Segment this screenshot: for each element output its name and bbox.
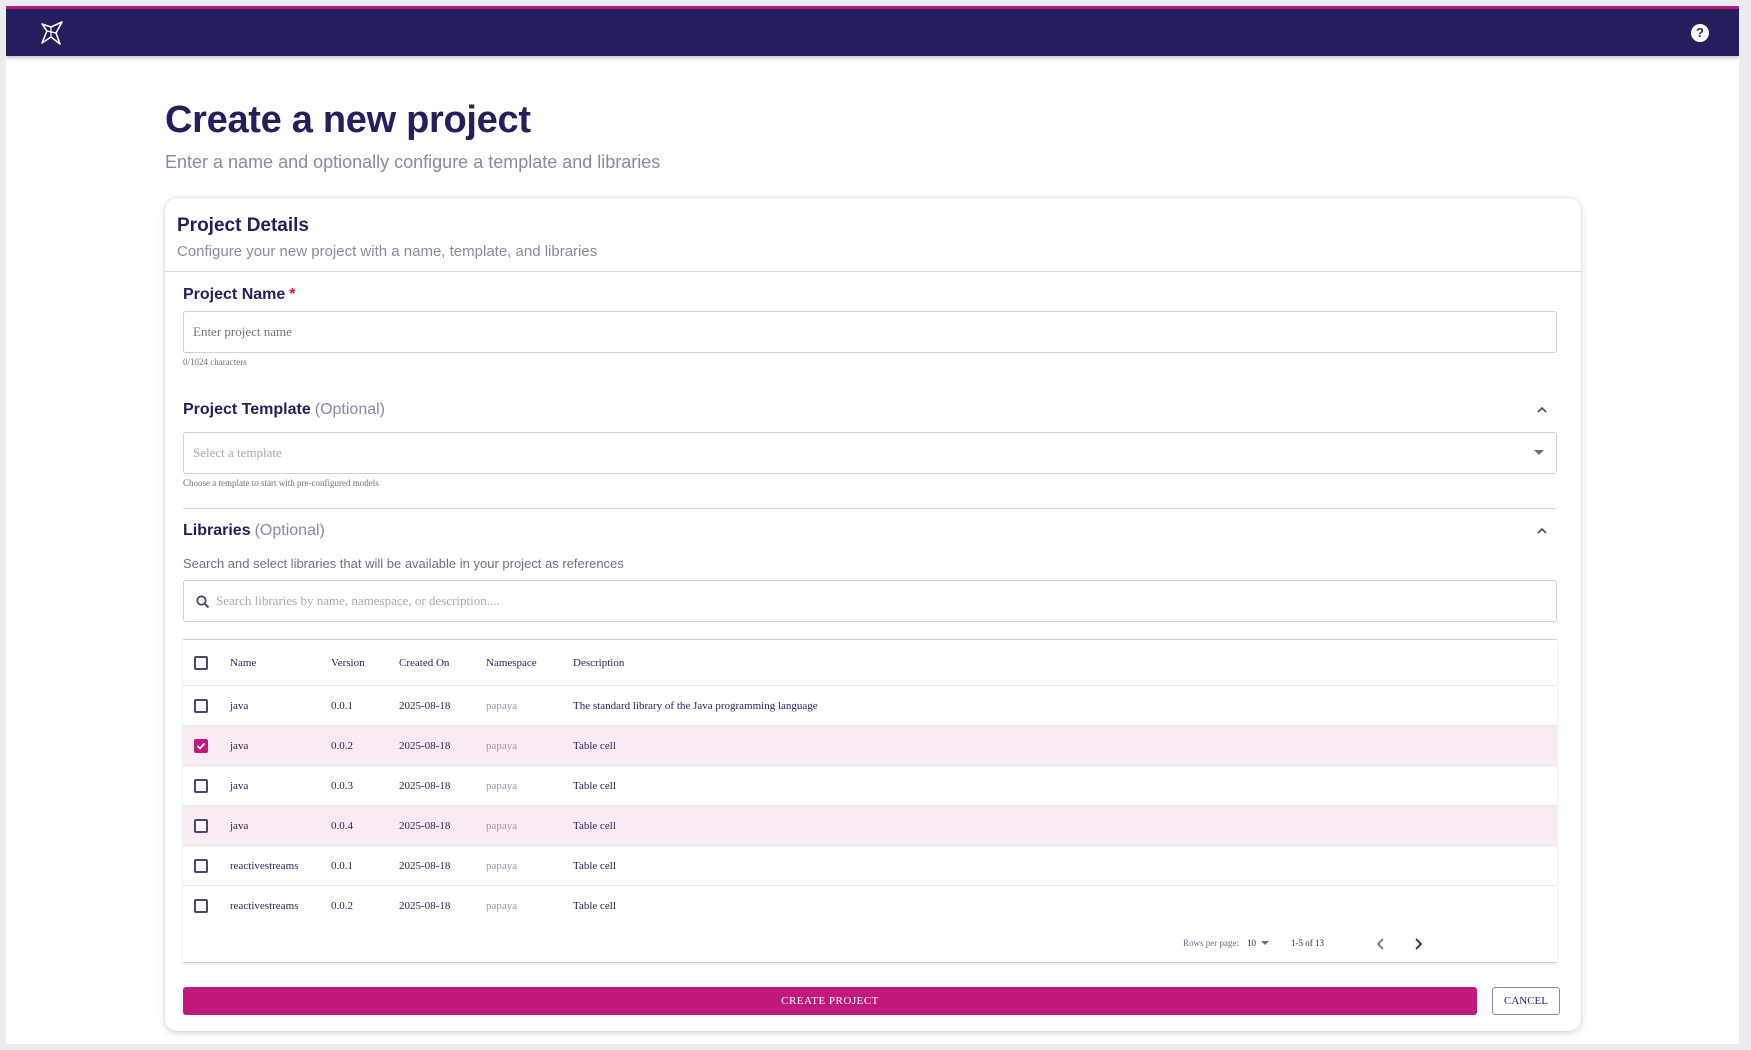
cell-version: 0.0.2 [331,900,353,912]
cell-namespace: papaya [486,820,518,832]
rows-per-page-select[interactable]: 10 [1247,938,1256,948]
column-header-version[interactable]: Version [331,640,365,686]
cell-created-on: 2025-08-18 [399,820,451,832]
library-search-field[interactable]: Search libraries by name, namespace, or … [183,580,1557,622]
table-row[interactable]: java 0.0.3 2025-08-18 papaya Table cell [183,766,1557,806]
template-select-placeholder: Select a template [193,445,282,460]
table-header-row: Name Version Created On Namespace Descri… [183,640,1557,686]
select-all-checkbox[interactable] [194,656,208,670]
cell-name: java [230,780,249,792]
project-name-char-count: 0/1024 characters [183,357,247,367]
column-header-created-on[interactable]: Created On [399,640,449,686]
project-details-card: Project Details Configure your new proje… [165,198,1581,1031]
template-optional-label: (Optional) [314,401,385,418]
libraries-table: Name Version Created On Namespace Descri… [183,639,1557,963]
app-window: ? Create a new project Enter a name and … [6,6,1739,1044]
row-checkbox[interactable] [194,779,208,793]
cell-created-on: 2025-08-18 [399,900,451,912]
cancel-button[interactable]: CANCEL [1492,987,1560,1015]
template-collapse-chevron-icon[interactable] [1535,403,1549,417]
cell-version: 0.0.3 [331,780,353,792]
cell-namespace: papaya [486,700,518,712]
libraries-label: Libraries (Optional) [183,522,325,540]
chevron-down-icon[interactable] [1261,941,1269,945]
pagination-range: 1-5 of 13 [1291,938,1324,948]
column-header-name[interactable]: Name [230,640,256,686]
cell-description: The standard library of the Java program… [573,700,818,712]
cell-version: 0.0.1 [331,860,353,872]
column-header-description[interactable]: Description [573,640,624,686]
row-checkbox[interactable] [194,739,208,753]
cell-created-on: 2025-08-18 [399,860,451,872]
table-row[interactable]: reactivestreams 0.0.2 2025-08-18 papaya … [183,886,1557,926]
star-logo-icon[interactable] [38,19,66,47]
table-row[interactable]: java 0.0.4 2025-08-18 papaya Table cell [183,806,1557,846]
previous-page-icon[interactable] [1370,933,1392,955]
cell-created-on: 2025-08-18 [399,700,451,712]
cell-name: java [230,820,249,832]
help-icon[interactable]: ? [1691,24,1709,42]
cell-namespace: papaya [486,780,518,792]
rows-per-page-label: Rows per page: [1183,938,1239,948]
cell-namespace: papaya [486,860,518,872]
row-checkbox[interactable] [194,819,208,833]
libraries-description: Search and select libraries that will be… [183,556,624,571]
required-marker: * [289,286,296,303]
table-row[interactable]: java 0.0.1 2025-08-18 papaya The standar… [183,686,1557,726]
template-select[interactable]: Select a template [183,432,1557,474]
cell-created-on: 2025-08-18 [399,780,451,792]
column-header-namespace[interactable]: Namespace [486,640,537,686]
row-checkbox[interactable] [194,899,208,913]
project-name-label-text: Project Name [183,286,286,303]
checkmark-icon [196,742,206,750]
template-label: Project Template (Optional) [183,401,385,419]
libraries-collapse-chevron-icon[interactable] [1535,524,1549,538]
top-bar: ? [6,6,1739,56]
page-title: Create a new project [165,99,531,141]
create-project-button[interactable]: CREATE PROJECT [183,987,1477,1015]
cell-description: Table cell [573,780,616,792]
card-subtitle: Configure your new project with a name, … [177,243,598,260]
card-header: Project Details Configure your new proje… [165,198,1581,272]
chevron-down-icon [1534,450,1544,455]
project-name-input[interactable] [183,311,1557,353]
cell-name: java [230,700,249,712]
cell-description: Table cell [573,740,616,752]
template-helper-text: Choose a template to start with pre-conf… [183,478,379,488]
library-search-placeholder: Search libraries by name, namespace, or … [216,593,500,608]
row-checkbox[interactable] [194,859,208,873]
template-label-text: Project Template [183,401,311,418]
cell-name: reactivestreams [230,900,299,912]
cell-namespace: papaya [486,740,518,752]
cell-description: Table cell [573,900,616,912]
cell-name: reactivestreams [230,860,299,872]
cell-version: 0.0.1 [331,700,353,712]
cell-name: java [230,740,249,752]
page-subtitle: Enter a name and optionally configure a … [165,152,661,172]
cell-version: 0.0.4 [331,820,353,832]
table-row[interactable]: java 0.0.2 2025-08-18 papaya Table cell [183,726,1557,766]
cell-version: 0.0.2 [331,740,353,752]
libraries-label-text: Libraries [183,522,251,539]
section-divider [183,508,1557,509]
cell-namespace: papaya [486,900,518,912]
search-icon [196,595,210,609]
cell-created-on: 2025-08-18 [399,740,451,752]
row-checkbox[interactable] [194,699,208,713]
table-pagination: Rows per page: 10 1-5 of 13 [183,925,1557,963]
cell-description: Table cell [573,820,616,832]
cell-description: Table cell [573,860,616,872]
project-name-label: Project Name * [183,286,296,304]
libraries-optional-label: (Optional) [254,522,325,539]
table-row[interactable]: reactivestreams 0.0.1 2025-08-18 papaya … [183,846,1557,886]
next-page-icon[interactable] [1407,933,1429,955]
card-title: Project Details [177,215,309,236]
